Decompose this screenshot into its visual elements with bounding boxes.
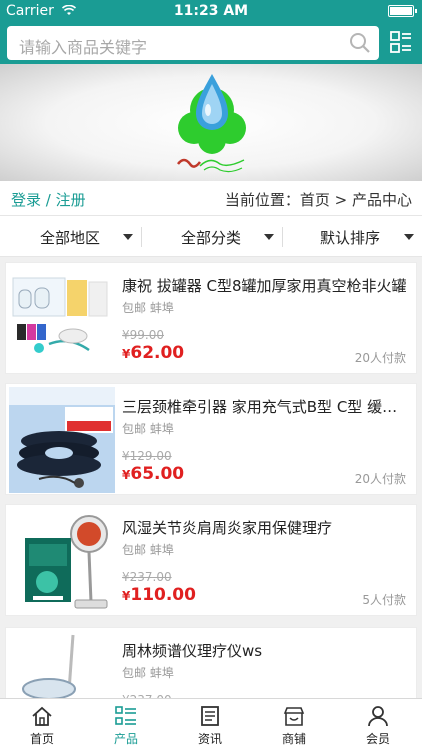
tab-news-label: 资讯 bbox=[197, 732, 222, 746]
tab-member[interactable]: 会员 bbox=[336, 699, 420, 750]
breadcrumb-row: 登录 / 注册 当前位置：首页 > 产品中心 bbox=[0, 181, 422, 215]
product-price: ¥62.00 bbox=[122, 343, 184, 363]
price-amount: 110.00 bbox=[130, 585, 196, 605]
product-original-price: ¥129.00 bbox=[122, 449, 172, 463]
product-sales-count: 5人付款 bbox=[362, 593, 406, 607]
status-bar: Carrier 11:23 AM bbox=[0, 0, 422, 22]
tab-products[interactable]: 产品 bbox=[84, 699, 168, 750]
product-original-price: ¥237.00 bbox=[122, 570, 172, 584]
tab-home-label: 首页 bbox=[29, 732, 54, 746]
search-placeholder: 请输入商品关键字 bbox=[19, 38, 148, 57]
search-header: 请输入商品关键字 bbox=[0, 22, 422, 64]
bottom-tab-bar: 首页 产品 资讯 商铺 会员 bbox=[0, 698, 422, 750]
product-title[interactable]: 周林频谱仪理疗仪ws bbox=[122, 640, 412, 661]
product-sales-count: 20人付款 bbox=[354, 351, 406, 365]
clock: 11:23 AM bbox=[173, 3, 249, 19]
product-title[interactable]: 风湿关节炎肩周炎家用保健理疗 bbox=[122, 517, 412, 538]
chevron-down-icon bbox=[404, 234, 414, 240]
category-menu-icon[interactable] bbox=[389, 30, 413, 54]
product-sales-count: 20人付款 bbox=[354, 472, 406, 486]
home-icon bbox=[32, 706, 52, 726]
search-input[interactable]: 请输入商品关键字 bbox=[7, 26, 379, 60]
banner[interactable] bbox=[0, 64, 422, 181]
tab-home[interactable]: 首页 bbox=[0, 699, 84, 750]
filter-region[interactable]: 全部地区 bbox=[0, 216, 140, 256]
filter-sort[interactable]: 默认排序 bbox=[282, 216, 422, 256]
price-amount: 62.00 bbox=[130, 343, 185, 363]
product-price: ¥65.00 bbox=[122, 464, 184, 484]
breadcrumb: 当前位置：首页 > 产品中心 bbox=[224, 191, 412, 209]
tab-store-label: 商铺 bbox=[281, 732, 306, 746]
product-shipping: 包邮 蚌埠 bbox=[122, 422, 174, 436]
product-title[interactable]: 三层颈椎牵引器 家用充气式B型 C型 缓解颈椎 bbox=[122, 396, 412, 417]
product-card[interactable]: 风湿关节炎肩周炎家用保健理疗 包邮 蚌埠 ¥237.00 ¥110.00 5人付… bbox=[5, 504, 417, 616]
news-icon bbox=[201, 706, 219, 726]
product-card[interactable]: 三层颈椎牵引器 家用充气式B型 C型 缓解颈椎 包邮 蚌埠 ¥129.00 ¥6… bbox=[5, 383, 417, 495]
product-image bbox=[9, 387, 115, 493]
product-title[interactable]: 康祝 拔罐器 C型8罐加厚家用真空枪非火罐 bbox=[122, 275, 412, 296]
member-icon bbox=[368, 706, 388, 727]
login-register-link[interactable]: 登录 / 注册 bbox=[11, 189, 86, 210]
tab-news[interactable]: 资讯 bbox=[168, 699, 252, 750]
product-shipping: 包邮 蚌埠 bbox=[122, 666, 174, 680]
filter-sort-label: 默认排序 bbox=[320, 229, 381, 247]
brand-logo bbox=[177, 74, 246, 173]
store-icon bbox=[283, 707, 305, 726]
product-original-price: ¥99.00 bbox=[122, 328, 164, 342]
tab-member-label: 会员 bbox=[365, 732, 390, 746]
product-card[interactable]: 康祝 拔罐器 C型8罐加厚家用真空枪非火罐 包邮 蚌埠 ¥99.00 ¥62.0… bbox=[5, 262, 417, 374]
product-list-icon bbox=[115, 706, 136, 725]
filter-region-label: 全部地区 bbox=[40, 229, 101, 247]
filter-category[interactable]: 全部分类 bbox=[141, 216, 281, 256]
product-shipping: 包邮 蚌埠 bbox=[122, 301, 174, 315]
chevron-down-icon bbox=[264, 234, 274, 240]
product-shipping: 包邮 蚌埠 bbox=[122, 543, 174, 557]
product-image bbox=[9, 508, 115, 614]
battery-icon bbox=[388, 5, 417, 17]
price-amount: 65.00 bbox=[130, 464, 185, 484]
filter-category-label: 全部分类 bbox=[181, 229, 242, 247]
product-price: ¥110.00 bbox=[122, 585, 196, 605]
tab-products-label: 产品 bbox=[113, 732, 138, 746]
product-image bbox=[9, 266, 115, 372]
chevron-down-icon bbox=[123, 234, 133, 240]
tab-store[interactable]: 商铺 bbox=[252, 699, 336, 750]
search-icon[interactable] bbox=[349, 32, 371, 54]
filter-bar: 全部地区 全部分类 默认排序 bbox=[0, 215, 422, 257]
